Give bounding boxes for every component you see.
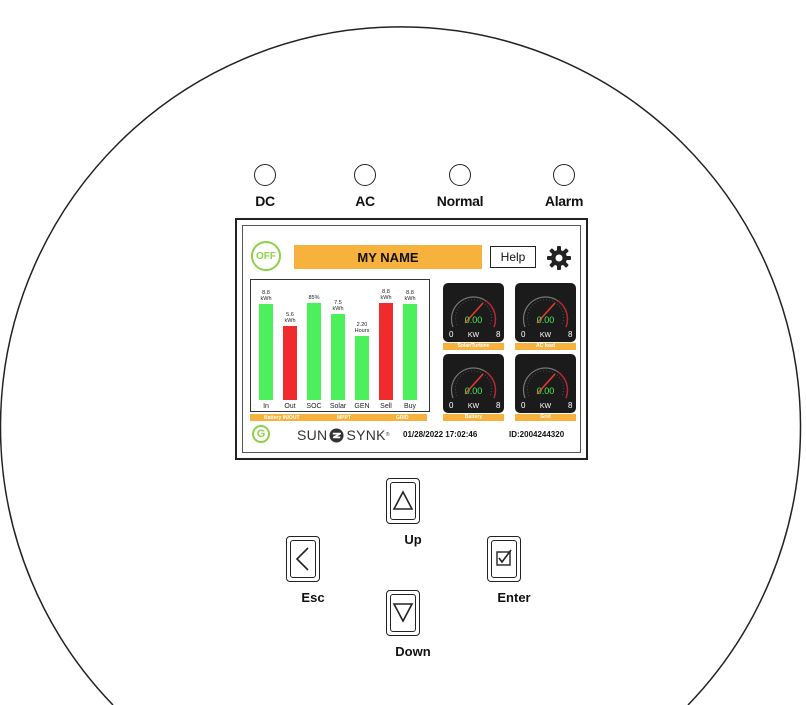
gauge-value: 0.00 bbox=[537, 386, 555, 396]
datetime-readout: 01/28/2022 17:02:46 bbox=[403, 430, 478, 439]
bar-solar bbox=[331, 314, 345, 400]
gauge-min: 0 bbox=[449, 330, 454, 339]
bar-category-label: Out bbox=[284, 403, 295, 410]
alarm-indicator-label: Alarm bbox=[544, 193, 584, 209]
bar-value-label: kWh bbox=[405, 296, 416, 302]
dc-indicator-led bbox=[254, 164, 276, 186]
esc-button[interactable] bbox=[286, 536, 320, 582]
bar-soc bbox=[307, 303, 321, 400]
normal-indicator-led bbox=[449, 164, 471, 186]
up-button-label: Up bbox=[404, 532, 422, 547]
bar-category-label: Solar bbox=[330, 403, 347, 410]
gauge-max: 8 bbox=[568, 401, 573, 410]
bar-category-label: Sell bbox=[380, 403, 392, 410]
gauge-battery: 0.00 0 KW 8 bbox=[443, 354, 504, 413]
help-button[interactable]: Help bbox=[490, 246, 536, 268]
gauge-value: 0.00 bbox=[465, 315, 483, 325]
gauge-max: 8 bbox=[568, 330, 573, 339]
down-button[interactable] bbox=[386, 590, 420, 636]
alarm-indicator-led bbox=[553, 164, 575, 186]
power-off-button[interactable]: OFF bbox=[251, 241, 281, 271]
gauge-solar-turbine: 0.00 0 KW 8 bbox=[443, 283, 504, 342]
gauge-min: 0 bbox=[521, 330, 526, 339]
bar-category-label: SOC bbox=[306, 403, 321, 410]
gauge-min: 0 bbox=[521, 401, 526, 410]
bar-value-label: kWh bbox=[381, 295, 392, 301]
logo-registered-mark: ® bbox=[385, 432, 390, 438]
gauge-ac-load: 0.00 0 KW 8 bbox=[515, 283, 576, 342]
energy-bar-chart: 8.8 kWh In 5.6 kWh Out 85% SOC 7.5 kWh Solar 2.20 Ho… bbox=[250, 279, 430, 412]
bar-category-label: GEN bbox=[354, 403, 369, 410]
esc-button-label: Esc bbox=[301, 590, 325, 605]
group-label-mppt: MPPT bbox=[337, 414, 351, 421]
up-button[interactable] bbox=[386, 478, 420, 524]
gauge-unit: KW bbox=[540, 332, 552, 339]
g-icon: G bbox=[252, 425, 270, 443]
gauge-dial: 0.00 0 KW 8 bbox=[449, 367, 501, 410]
gauge-label: Solar/Turbine bbox=[443, 343, 504, 350]
gauge-dial: 0.00 0 KW 8 bbox=[521, 367, 573, 410]
bar-category-label: Buy bbox=[404, 403, 417, 410]
enter-button[interactable] bbox=[487, 536, 521, 582]
bar-buy bbox=[403, 304, 417, 400]
chart-group-labels: Battery IN/OUT MPPT GRID bbox=[250, 414, 427, 421]
logo-text-right: SYNK bbox=[346, 427, 386, 443]
gauge-min: 0 bbox=[449, 401, 454, 410]
bar-gen bbox=[355, 336, 369, 400]
group-label-grid: GRID bbox=[396, 414, 409, 421]
gauge-value: 0.00 bbox=[465, 386, 483, 396]
gauge-grid: 0.00 0 KW 8 bbox=[515, 354, 576, 413]
bar-value-label: Hours bbox=[355, 328, 370, 334]
sunsynk-mark-icon bbox=[329, 427, 344, 443]
group-label-battery: Battery IN/OUT bbox=[264, 414, 300, 421]
gauge-dial: 0.00 0 KW 8 bbox=[449, 296, 501, 339]
bar-chart-svg: 8.8kWhIn5.6kWhOut85%SOC7.5kWhSolar2.20Ho… bbox=[259, 289, 417, 410]
gauge-dial: 0.00 0 KW 8 bbox=[521, 296, 573, 339]
ac-indicator-label: AC bbox=[355, 193, 375, 209]
bar-value-label: 85% bbox=[308, 295, 319, 301]
gauge-max: 8 bbox=[496, 401, 501, 410]
logo-text-left: SUN bbox=[297, 427, 328, 443]
gauge-value: 0.00 bbox=[537, 315, 555, 325]
bar-category-label: In bbox=[263, 403, 269, 410]
triangle-down-icon bbox=[392, 602, 413, 623]
bar-value-label: kWh bbox=[333, 306, 344, 312]
bar-out bbox=[283, 326, 297, 400]
normal-indicator-label: Normal bbox=[436, 193, 484, 209]
gauge-max: 8 bbox=[496, 330, 501, 339]
bar-value-label: kWh bbox=[285, 318, 296, 324]
device-name-bar: MY NAME bbox=[294, 245, 482, 269]
down-button-label: Down bbox=[395, 644, 431, 659]
gauge-label: Battery bbox=[443, 414, 504, 421]
enter-button-label: Enter bbox=[497, 590, 531, 605]
bar-sell bbox=[379, 303, 393, 400]
gauge-label: AC load bbox=[515, 343, 576, 350]
chevron-left-icon bbox=[295, 546, 309, 571]
checkbox-edit-icon bbox=[495, 549, 512, 566]
ac-indicator-led bbox=[354, 164, 376, 186]
gauge-unit: KW bbox=[468, 403, 480, 410]
gauge-unit: KW bbox=[540, 403, 552, 410]
bar-in bbox=[259, 304, 273, 400]
gear-icon[interactable] bbox=[546, 245, 572, 271]
gauge-label: Grid bbox=[515, 414, 576, 421]
triangle-up-icon bbox=[392, 489, 413, 510]
lcd-screen: OFF MY NAME Help 8.8 kWh In 5.6 kWh Out 85% SOC… bbox=[235, 218, 588, 460]
dc-indicator-label: DC bbox=[255, 193, 275, 209]
gauge-unit: KW bbox=[468, 332, 480, 339]
bar-value-label: kWh bbox=[261, 296, 272, 302]
sunsynk-logo: SUN SYNK ® bbox=[297, 427, 390, 443]
device-id-readout: ID:2004244320 bbox=[509, 430, 565, 439]
